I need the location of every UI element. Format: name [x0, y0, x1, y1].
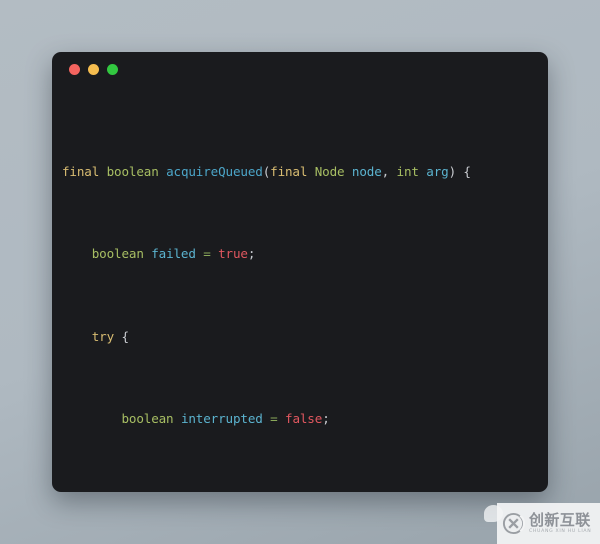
token-literal: false — [285, 410, 323, 426]
token-operator: = — [203, 246, 211, 262]
window-titlebar — [52, 52, 548, 86]
token-variable: arg — [426, 163, 449, 179]
zoom-button[interactable] — [107, 63, 118, 75]
token-literal: true — [218, 246, 248, 262]
minimize-button[interactable] — [88, 63, 99, 75]
token-type: int — [396, 163, 419, 179]
brand-logo-icon — [502, 512, 525, 535]
code-line: boolean failed = true; — [62, 244, 548, 265]
token-punctuation: { — [121, 328, 129, 344]
token-variable: node — [351, 163, 382, 179]
watermark-badge: 创新互联 CHUANG XIN HU LIAN — [497, 503, 600, 544]
token-type: boolean — [91, 246, 144, 262]
token-keyword: try — [91, 328, 115, 344]
close-button[interactable] — [69, 63, 80, 75]
token-punctuation: ; — [247, 246, 256, 262]
token-variable: interrupted — [180, 410, 263, 426]
token-punctuation: ; — [322, 410, 330, 426]
token-keyword: final — [62, 163, 100, 179]
code-editor-window: final boolean acquireQueued(final Node n… — [52, 52, 548, 492]
token-variable: failed — [151, 246, 196, 262]
code-content[interactable]: final boolean acquireQueued(final Node n… — [52, 86, 548, 492]
code-line: boolean interrupted = false; — [62, 409, 548, 430]
token-type: boolean — [121, 410, 174, 426]
brand-name-cn: 创新互联 — [529, 510, 591, 529]
brand-name-pinyin: CHUANG XIN HU LIAN — [529, 528, 592, 534]
token-type: Node — [314, 163, 345, 179]
brand-text: 创新互联 CHUANG XIN HU LIAN — [529, 510, 592, 535]
token-function: acquireQueued — [166, 163, 263, 179]
token-punctuation: ) { — [448, 163, 471, 179]
code-line: try { — [62, 327, 548, 348]
token-keyword: final — [270, 163, 308, 179]
token-type: boolean — [106, 163, 159, 179]
code-line: for (;;) { — [62, 491, 548, 492]
token-operator: = — [270, 410, 278, 426]
code-line: final boolean acquireQueued(final Node n… — [62, 162, 548, 183]
token-punctuation: , — [381, 163, 397, 179]
